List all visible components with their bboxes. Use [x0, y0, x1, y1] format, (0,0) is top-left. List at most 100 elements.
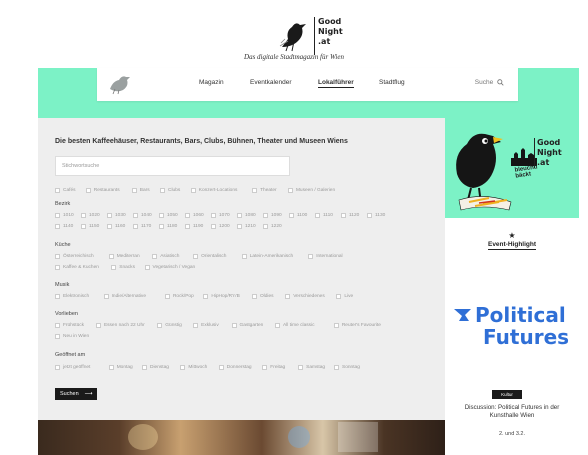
checkbox-box[interactable] [185, 224, 190, 229]
filter-checkbox[interactable]: Mediterran [108, 254, 140, 259]
checkbox-box[interactable] [85, 188, 91, 193]
filter-checkbox[interactable]: Günstig [157, 323, 182, 328]
filter-checkbox[interactable]: Museen / Galerien [287, 188, 335, 193]
filter-checkbox[interactable]: Latein-Amerikanisch [241, 254, 293, 259]
nav-magazin[interactable]: Magazin [199, 79, 224, 86]
filter-checkbox[interactable]: Neu in Wien [55, 334, 89, 339]
checkbox-box[interactable] [107, 213, 112, 218]
checkbox-box[interactable] [95, 323, 101, 328]
checkbox-box[interactable] [108, 254, 114, 259]
checkbox-box[interactable] [263, 213, 268, 218]
checkbox-box[interactable] [55, 265, 60, 270]
checkbox-box[interactable] [193, 254, 199, 259]
filter-checkbox[interactable]: 1110 [315, 213, 333, 218]
filter-checkbox[interactable]: 1020 [81, 213, 100, 218]
filter-checkbox[interactable]: HipHop/R'n'B [203, 294, 240, 299]
checkbox-box[interactable] [367, 213, 372, 218]
filter-checkbox[interactable]: Reuter's Favourite [333, 323, 381, 328]
sidebar-ad-banner[interactable]: Good Night .at bleuchti bäckt [445, 118, 579, 218]
checkbox-box[interactable] [180, 365, 186, 370]
filter-checkbox[interactable]: Theater [252, 188, 277, 193]
checkbox-box[interactable] [160, 188, 165, 193]
filter-checkbox[interactable]: Rock/Pop [164, 294, 194, 299]
filter-checkbox[interactable]: Dienstag [142, 365, 169, 370]
filter-checkbox[interactable]: Orientalisch [193, 254, 226, 259]
checkbox-box[interactable] [81, 213, 86, 218]
checkbox-box[interactable] [193, 323, 199, 328]
venue-photo[interactable] [38, 420, 445, 455]
filter-checkbox[interactable]: Mittwoch [180, 365, 207, 370]
checkbox-box[interactable] [55, 334, 60, 339]
checkbox-box[interactable] [133, 224, 138, 229]
filter-checkbox[interactable]: 1180 [159, 224, 177, 229]
filter-checkbox[interactable]: 1040 [133, 213, 152, 218]
checkbox-box[interactable] [315, 213, 320, 218]
checkbox-box[interactable] [251, 294, 257, 299]
filter-checkbox[interactable]: Indie/Alternative [103, 294, 146, 299]
checkbox-box[interactable] [285, 294, 291, 299]
filter-checkbox[interactable]: 1080 [237, 213, 256, 218]
filter-checkbox[interactable]: 1140 [55, 224, 73, 229]
search-submit-button[interactable]: Suchen ⟶ [55, 388, 97, 400]
checkbox-box[interactable] [159, 213, 164, 218]
filter-checkbox[interactable]: 1070 [211, 213, 230, 218]
filter-checkbox[interactable]: Restaurants [85, 188, 120, 193]
filter-checkbox[interactable]: 1150 [81, 224, 99, 229]
checkbox-box[interactable] [142, 365, 147, 370]
filter-checkbox[interactable]: Vegetarisch / Vegan [144, 265, 195, 270]
checkbox-box[interactable] [287, 188, 293, 193]
filter-checkbox[interactable]: Elektronisch [55, 294, 89, 299]
checkbox-box[interactable] [144, 265, 150, 270]
filter-checkbox[interactable]: 1220 [263, 224, 282, 229]
checkbox-box[interactable] [334, 365, 339, 370]
checkbox-box[interactable] [203, 294, 209, 299]
filter-checkbox[interactable]: Asiatisch [152, 254, 179, 259]
filter-checkbox[interactable]: Donnerstag [218, 365, 252, 370]
checkbox-box[interactable] [308, 254, 314, 259]
checkbox-box[interactable] [262, 365, 268, 370]
event-poster[interactable]: Political Futures [445, 303, 579, 351]
filter-checkbox[interactable]: Live [336, 294, 353, 299]
filter-checkbox[interactable]: Bars [131, 188, 150, 193]
keyword-search-input[interactable]: Stichwortsuche [55, 156, 290, 176]
checkbox-box[interactable] [55, 213, 60, 218]
filter-checkbox[interactable]: 1010 [55, 213, 74, 218]
filter-checkbox[interactable]: Clubs [160, 188, 180, 193]
checkbox-box[interactable] [237, 213, 242, 218]
nav-eventkalender[interactable]: Eventkalender [250, 79, 292, 86]
checkbox-box[interactable] [108, 365, 114, 370]
filter-checkbox[interactable]: All time classic [275, 323, 315, 328]
checkbox-box[interactable] [111, 265, 117, 270]
checkbox-box[interactable] [157, 323, 163, 328]
checkbox-box[interactable] [298, 365, 304, 370]
checkbox-box[interactable] [55, 224, 60, 229]
checkbox-box[interactable] [185, 213, 190, 218]
filter-checkbox[interactable]: Samstag [298, 365, 325, 370]
checkbox-box[interactable] [275, 323, 281, 328]
filter-checkbox[interactable]: 1130 [367, 213, 385, 218]
filter-checkbox[interactable]: International [308, 254, 343, 259]
checkbox-box[interactable] [211, 224, 216, 229]
filter-checkbox[interactable]: 1200 [211, 224, 230, 229]
filter-checkbox[interactable]: 1030 [107, 213, 126, 218]
checkbox-box[interactable] [55, 365, 60, 370]
checkbox-box[interactable] [211, 213, 216, 218]
checkbox-box[interactable] [103, 294, 109, 299]
checkbox-box[interactable] [159, 224, 164, 229]
filter-checkbox[interactable]: Kaffee & Kuchen [55, 265, 99, 270]
filter-checkbox[interactable]: Freitag [262, 365, 285, 370]
filter-checkbox[interactable]: 1210 [237, 224, 256, 229]
checkbox-box[interactable] [218, 365, 224, 370]
filter-checkbox[interactable]: Essen nach 22 Uhr [95, 323, 145, 328]
checkbox-box[interactable] [263, 224, 268, 229]
filter-checkbox[interactable]: Verschiedenes [285, 294, 325, 299]
filter-checkbox[interactable]: Oldies [251, 294, 274, 299]
checkbox-box[interactable] [152, 254, 158, 259]
checkbox-box[interactable] [131, 188, 137, 193]
checkbox-box[interactable] [231, 323, 237, 328]
filter-checkbox[interactable]: Exklusiv [193, 323, 219, 328]
filter-checkbox[interactable]: Frühstück [55, 323, 84, 328]
filter-checkbox[interactable]: jetzt geöffnet [55, 365, 90, 370]
checkbox-box[interactable] [55, 294, 60, 299]
filter-checkbox[interactable]: Sonntag [334, 365, 360, 370]
